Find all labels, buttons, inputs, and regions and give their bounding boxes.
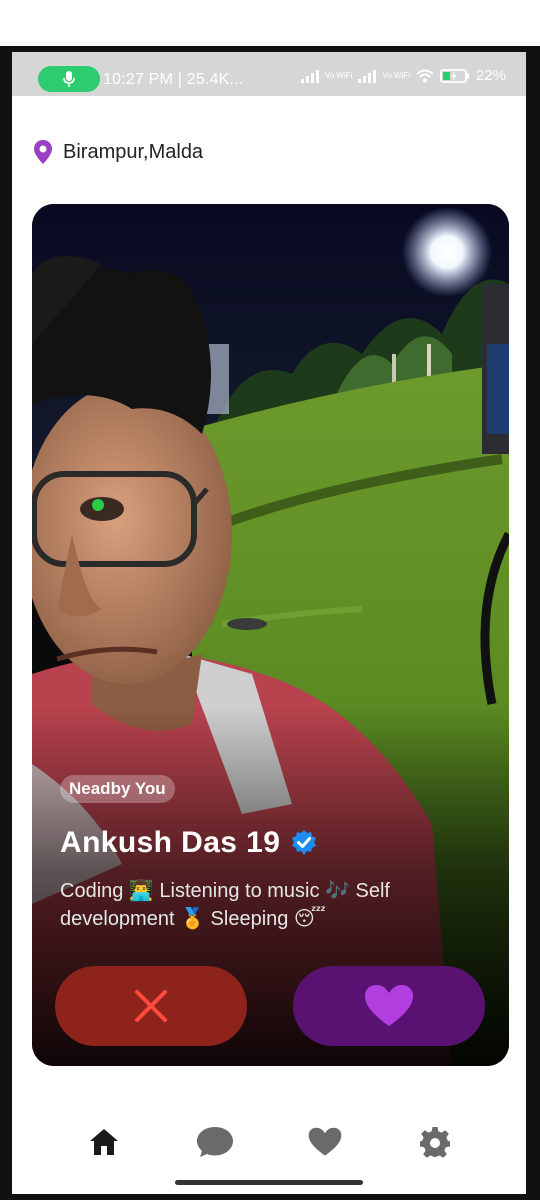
battery-charging-icon (440, 68, 469, 83)
microphone-icon (63, 71, 75, 87)
mic-indicator[interactable] (38, 66, 100, 92)
phone-screen: 10:27 PM | 25.4K... Vo WiFi Vo WiFi 22% (0, 0, 540, 1200)
verified-badge-icon (292, 830, 317, 855)
signal-strength-icon (300, 69, 319, 83)
vowifi-label-2: Vo WiFi (382, 70, 410, 80)
home-indicator-bar[interactable] (175, 1180, 363, 1185)
screen-right-border (526, 46, 540, 1200)
nav-chat[interactable] (195, 1122, 235, 1162)
location-text: Birampur,Malda (63, 140, 204, 163)
name-row: Ankush Das 19 (60, 826, 318, 860)
status-bar: 10:27 PM | 25.4K... Vo WiFi Vo WiFi 22% (12, 52, 526, 96)
nav-settings[interactable] (415, 1122, 455, 1162)
profile-name-age: Ankush Das 19 (60, 826, 281, 859)
vowifi-label: Vo WiFi (324, 70, 353, 80)
status-time: 10:27 PM | 25.4K... (103, 71, 244, 88)
nav-home[interactable] (84, 1122, 124, 1162)
heart-icon (308, 1127, 342, 1156)
close-icon (135, 990, 167, 1022)
location-pin-icon (34, 140, 52, 164)
status-icons: Vo WiFi Vo WiFi 22% (300, 67, 506, 84)
screen-left-border (0, 46, 12, 1200)
profile-bio: Coding 👨‍💻 Listening to music 🎶 Self dev… (60, 880, 390, 930)
profile-card[interactable]: Neadby You Ankush Das 19 Coding 👨‍💻 List… (32, 204, 509, 1066)
reject-button[interactable] (55, 966, 247, 1046)
home-icon (90, 1129, 118, 1155)
chat-icon (197, 1127, 233, 1157)
screen-bottom-border (0, 1194, 540, 1200)
like-button[interactable] (293, 966, 485, 1046)
heart-icon (365, 985, 413, 1026)
location-row[interactable]: Birampur,Malda (33, 139, 203, 165)
signal-strength-icon-2 (358, 69, 377, 83)
nav-likes[interactable] (305, 1122, 345, 1162)
bottom-navigation (12, 1100, 526, 1180)
nearby-badge: Neadby You (60, 775, 175, 803)
settings-gear-icon (420, 1127, 450, 1158)
battery-percent: 22% (475, 67, 506, 84)
wifi-icon (416, 69, 434, 82)
